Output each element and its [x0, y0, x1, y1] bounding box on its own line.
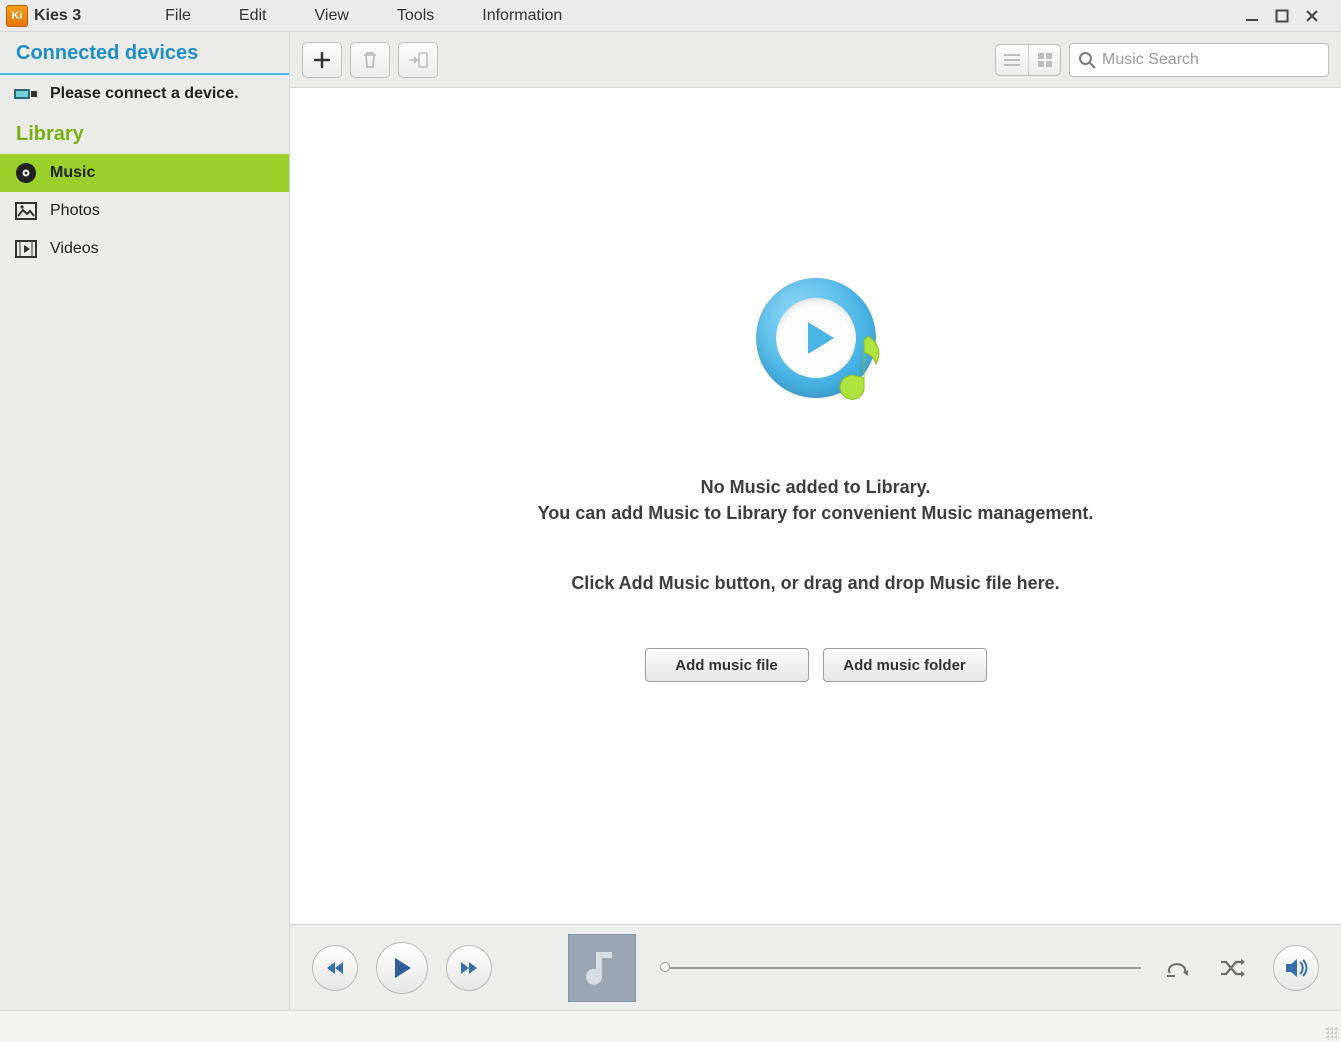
volume-button[interactable] [1273, 945, 1319, 991]
close-icon [1305, 9, 1319, 23]
play-icon [392, 957, 412, 979]
search-icon [1078, 51, 1096, 69]
menu-edit[interactable]: Edit [215, 7, 291, 25]
window-maximize-button[interactable] [1275, 9, 1305, 23]
empty-line1: No Music added to Library. [701, 474, 931, 500]
menu-bar: Kies 3 File Edit View Tools Information [0, 0, 1341, 32]
sidebar-item-label: Photos [50, 202, 100, 220]
menu-tools[interactable]: Tools [373, 7, 458, 25]
music-icon [14, 163, 38, 183]
content-stage: No Music added to Library. You can add M… [290, 88, 1341, 924]
delete-button[interactable] [350, 42, 390, 78]
sidebar-header-library: Library [0, 113, 289, 154]
connect-device-label: Please connect a device. [50, 85, 239, 103]
album-art-placeholder [568, 934, 636, 1002]
next-icon [459, 960, 479, 976]
photos-icon [14, 201, 38, 221]
menu-file[interactable]: File [141, 7, 215, 25]
sidebar-header-devices: Connected devices [0, 32, 289, 75]
view-list-button[interactable] [996, 45, 1028, 75]
connect-device-prompt: Please connect a device. [0, 75, 289, 113]
list-view-icon [1004, 54, 1020, 66]
shuffle-button[interactable] [1219, 958, 1255, 978]
window-minimize-button[interactable] [1245, 9, 1275, 23]
resize-grip[interactable] [1325, 1026, 1339, 1040]
sidebar-item-photos[interactable]: Photos [0, 192, 289, 230]
search-input[interactable] [1102, 51, 1320, 69]
previous-icon [325, 960, 345, 976]
music-note-icon [838, 332, 884, 402]
device-icon [14, 84, 38, 104]
minimize-icon [1245, 9, 1259, 23]
view-grid-button[interactable] [1028, 45, 1060, 75]
sidebar-item-label: Music [50, 164, 95, 182]
transfer-button[interactable] [398, 42, 438, 78]
music-hero-icon [756, 278, 876, 398]
prev-track-button[interactable] [312, 945, 358, 991]
add-music-folder-button[interactable]: Add music folder [823, 648, 987, 682]
next-track-button[interactable] [446, 945, 492, 991]
menu-view[interactable]: View [291, 7, 373, 25]
sidebar-item-label: Videos [50, 240, 99, 258]
volume-icon [1284, 958, 1308, 978]
search-box[interactable] [1069, 43, 1329, 77]
player-bar [290, 924, 1341, 1010]
empty-line2: You can add Music to Library for conveni… [538, 500, 1094, 526]
window-close-button[interactable] [1305, 9, 1335, 23]
menu-information[interactable]: Information [458, 7, 586, 25]
album-note-icon [584, 948, 620, 988]
repeat-button[interactable] [1165, 958, 1201, 978]
play-button[interactable] [376, 942, 428, 994]
shuffle-icon [1219, 958, 1245, 978]
trash-icon [362, 51, 378, 69]
grid-view-icon [1038, 53, 1052, 67]
sidebar-item-videos[interactable]: Videos [0, 230, 289, 268]
app-icon [6, 5, 28, 27]
toolbar [290, 32, 1341, 88]
view-toggle [995, 44, 1061, 76]
empty-line3: Click Add Music button, or drag and drop… [571, 570, 1059, 596]
sidebar-item-music[interactable]: Music [0, 154, 289, 192]
sidebar: Connected devices Please connect a devic… [0, 32, 290, 1010]
repeat-icon [1165, 958, 1189, 978]
videos-icon [14, 239, 38, 259]
status-bar [0, 1010, 1341, 1042]
maximize-icon [1275, 9, 1289, 23]
seek-slider[interactable] [660, 965, 1141, 971]
plus-icon [313, 51, 331, 69]
transfer-icon [408, 52, 428, 68]
app-title: Kies 3 [34, 7, 81, 25]
add-button[interactable] [302, 42, 342, 78]
add-music-file-button[interactable]: Add music file [645, 648, 809, 682]
